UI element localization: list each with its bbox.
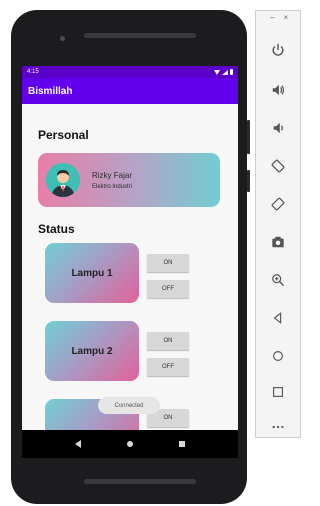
profile-text: Rizky Fajar Elektro Industri xyxy=(92,171,132,190)
lamp-1-label: Lampu 1 xyxy=(71,267,113,279)
status-time: 4:15 xyxy=(27,69,39,75)
top-speaker xyxy=(84,33,196,38)
device-screen: 4:15 Bismillah Personal Rizky Fajar Elek… xyxy=(22,66,238,430)
personal-heading: Personal xyxy=(38,128,89,142)
toast-message: Connected xyxy=(98,397,160,414)
zoom-icon[interactable] xyxy=(256,269,300,291)
bottom-speaker xyxy=(84,479,196,484)
profile-name: Rizky Fajar xyxy=(92,170,133,180)
window-controls: – × xyxy=(270,13,288,22)
signal-icon xyxy=(222,69,228,75)
volume-up-icon[interactable] xyxy=(256,79,300,101)
back-icon[interactable] xyxy=(256,307,300,329)
volume-down-icon[interactable] xyxy=(256,117,300,139)
rotate-left-icon[interactable] xyxy=(256,155,300,177)
battery-icon xyxy=(230,69,233,75)
lamp-2-card: Lampu 2 xyxy=(45,321,139,381)
camera-icon[interactable] xyxy=(256,231,300,253)
lamp-2-label: Lampu 2 xyxy=(71,345,113,357)
lamp-1-off-button[interactable]: OFF xyxy=(147,280,189,298)
system-icons xyxy=(214,69,233,75)
status-bar: 4:15 xyxy=(22,66,238,78)
nav-recent-icon[interactable] xyxy=(179,441,185,447)
status-heading: Status xyxy=(38,222,75,236)
app-title: Bismillah xyxy=(28,85,73,97)
front-camera xyxy=(60,36,65,41)
person-icon xyxy=(46,163,80,197)
emulator-toolbar: – × xyxy=(255,10,301,438)
lamp-2-off-button[interactable]: OFF xyxy=(147,358,189,376)
profile-card[interactable]: Rizky Fajar Elektro Industri xyxy=(38,153,220,207)
minimize-button[interactable]: – xyxy=(270,13,274,22)
profile-department: Elektro Industri xyxy=(92,183,133,190)
lamp-2-on-button[interactable]: ON xyxy=(147,332,189,350)
overview-icon[interactable] xyxy=(256,381,300,403)
nav-back-icon[interactable] xyxy=(75,440,81,448)
nav-home-icon[interactable] xyxy=(127,441,133,447)
phone-power-button xyxy=(247,170,250,192)
more-icon[interactable] xyxy=(256,416,300,438)
lamp-1-on-button[interactable]: ON xyxy=(147,254,189,272)
power-icon[interactable] xyxy=(256,39,300,61)
app-bar: Bismillah xyxy=(22,78,238,104)
close-button[interactable]: × xyxy=(283,13,288,22)
wifi-icon xyxy=(214,69,220,75)
home-icon[interactable] xyxy=(256,345,300,367)
avatar xyxy=(46,163,80,197)
phone-volume-button xyxy=(247,120,250,154)
rotate-right-icon[interactable] xyxy=(256,193,300,215)
lamp-1-card: Lampu 1 xyxy=(45,243,139,303)
navigation-bar xyxy=(22,430,238,458)
